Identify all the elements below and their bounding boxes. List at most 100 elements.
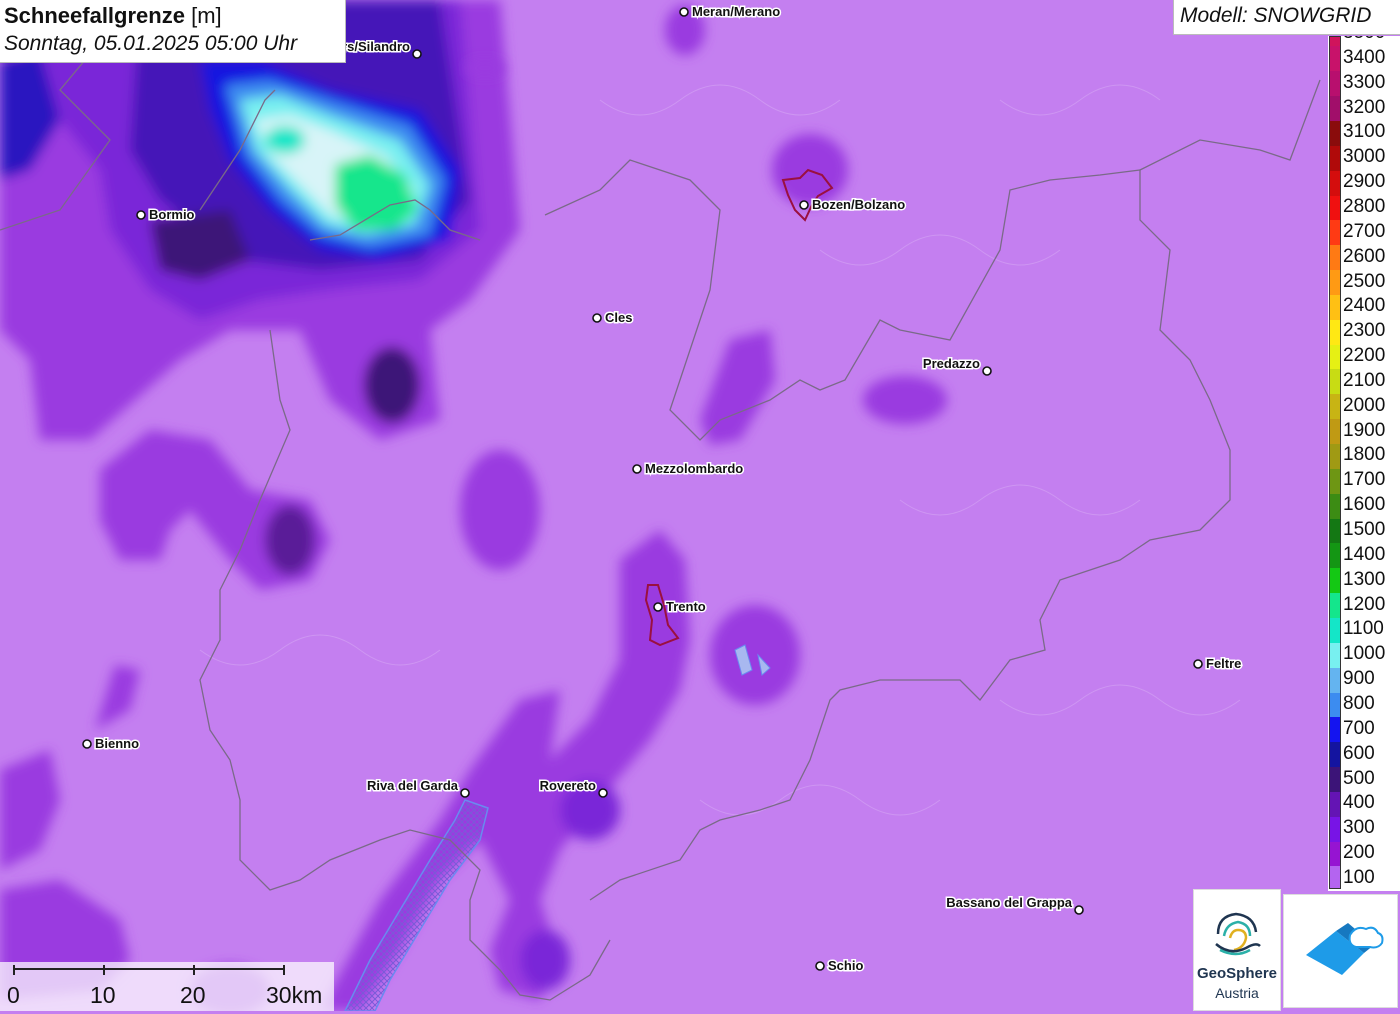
- legend-label-1200: 1200: [1343, 593, 1386, 615]
- city-bozen-bolzano[interactable]: Bozen/Bolzano: [799, 196, 907, 214]
- legend-swatch-400: [1330, 791, 1340, 817]
- geosphere-logo-line1: GeoSphere: [1196, 965, 1278, 982]
- legend-label-2700: 2700: [1343, 220, 1386, 242]
- map-title-box: Schneefallgrenze [m] Sonntag, 05.01.2025…: [0, 0, 346, 63]
- legend-label-2200: 2200: [1343, 345, 1386, 367]
- legend-swatch-1600: [1330, 493, 1340, 519]
- city-meran-merano[interactable]: Meran/Merano: [679, 3, 782, 21]
- city-mezzolombardo[interactable]: Mezzolombardo: [632, 460, 745, 478]
- city-label: Bienno: [95, 736, 139, 751]
- city-dot: [592, 313, 602, 323]
- city-dot: [136, 210, 146, 220]
- legend-swatch-2400: [1330, 294, 1340, 320]
- legend-label-3500: 3500: [1343, 36, 1385, 43]
- legend-label-1500: 1500: [1343, 519, 1386, 540]
- legend-swatch-2800: [1330, 195, 1340, 221]
- legend-swatch-300: [1330, 816, 1340, 842]
- legend-label-3100: 3100: [1343, 121, 1386, 143]
- legend-swatch-2100: [1330, 369, 1340, 395]
- scale-bar: 0 10 20 30km: [0, 962, 334, 1011]
- snowfall-limit-map[interactable]: Meran/MeranoSchlanders/SilandroBormioBoz…: [0, 0, 1400, 1011]
- legend-swatch-900: [1330, 667, 1340, 693]
- snow-mountain-logo[interactable]: [1283, 894, 1398, 1008]
- city-label: Schio: [828, 958, 863, 973]
- geosphere-austria-logo[interactable]: GeoSphere Austria: [1193, 889, 1281, 1011]
- city-label: Bassano del Grappa: [946, 895, 1072, 910]
- legend-swatch-3500: [1330, 37, 1340, 47]
- legend-label-3300: 3300: [1343, 71, 1386, 93]
- city-dot: [1074, 905, 1084, 915]
- legend-label-2600: 2600: [1343, 245, 1386, 267]
- legend-swatch-1100: [1330, 617, 1340, 643]
- legend-swatch-1800: [1330, 444, 1340, 469]
- map-title: Schneefallgrenze: [4, 3, 185, 28]
- city-dot: [982, 366, 992, 376]
- city-dot: [799, 200, 809, 210]
- legend-swatch-100: [1330, 866, 1340, 888]
- legend-swatch-1900: [1330, 419, 1340, 445]
- legend-swatch-1000: [1330, 642, 1340, 668]
- snow-cloud-icon: [1306, 923, 1384, 975]
- legend-label-900: 900: [1343, 668, 1375, 690]
- legend-swatch-3400: [1330, 46, 1340, 72]
- city-dot: [632, 464, 642, 474]
- legend-label-2900: 2900: [1343, 171, 1386, 193]
- city-label: Trento: [666, 599, 706, 614]
- city-dot: [679, 7, 689, 17]
- legend-label-1700: 1700: [1343, 469, 1386, 491]
- city-dot: [653, 602, 663, 612]
- legend-swatch-2000: [1330, 394, 1340, 420]
- legend-label-3400: 3400: [1343, 46, 1386, 68]
- legend-label-1800: 1800: [1343, 444, 1386, 466]
- legend-swatch-800: [1330, 692, 1340, 718]
- map-datetime: Sonntag, 05.01.2025 05:00 Uhr: [4, 32, 298, 55]
- city-label: Bormio: [149, 207, 195, 222]
- legend-color-bar: [1329, 36, 1341, 889]
- city-dot: [412, 49, 422, 59]
- legend-label-1400: 1400: [1343, 543, 1386, 565]
- city-label: Feltre: [1206, 656, 1241, 671]
- legend-swatch-3300: [1330, 71, 1340, 97]
- legend-swatch-1500: [1330, 518, 1340, 544]
- legend-label-1300: 1300: [1343, 568, 1386, 590]
- legend-swatch-3000: [1330, 145, 1340, 171]
- scale-label-0: 0: [7, 982, 20, 1008]
- legend-label-2800: 2800: [1343, 195, 1386, 217]
- legend-label-300: 300: [1343, 817, 1375, 839]
- legend-label-3200: 3200: [1343, 96, 1386, 118]
- legend-swatch-3200: [1330, 96, 1340, 121]
- city-dot: [460, 788, 470, 798]
- legend-label-600: 600: [1343, 742, 1375, 764]
- legend-label-500: 500: [1343, 767, 1375, 789]
- scale-label-30km: 30km: [266, 982, 323, 1008]
- legend-swatch-3100: [1330, 120, 1340, 146]
- legend-swatch-2200: [1330, 344, 1340, 370]
- legend-swatch-500: [1330, 767, 1340, 792]
- legend-label-400: 400: [1343, 792, 1375, 814]
- color-legend: 3500 3400 3300 3200 3100 3000 29002800 2700 2600…: [1328, 36, 1400, 891]
- legend-label-1600: 1600: [1343, 494, 1386, 516]
- legend-swatch-2500: [1330, 270, 1340, 295]
- geosphere-logo-line2: Austria: [1215, 985, 1259, 1001]
- geosphere-swirl-icon: [1215, 912, 1261, 956]
- scale-label-10: 10: [90, 982, 116, 1008]
- city-label: Rovereto: [540, 778, 596, 793]
- city-dot: [82, 739, 92, 749]
- legend-swatch-200: [1330, 841, 1340, 867]
- legend-label-1000: 1000: [1343, 643, 1386, 665]
- legend-swatch-1300: [1330, 568, 1340, 594]
- city-label: Bozen/Bolzano: [812, 197, 905, 212]
- legend-swatch-700: [1330, 717, 1340, 743]
- model-label: Modell: SNOWGRID: [1173, 0, 1400, 35]
- legend-label-2400: 2400: [1343, 295, 1386, 317]
- legend-swatch-1200: [1330, 593, 1340, 618]
- legend-label-2100: 2100: [1343, 369, 1386, 391]
- city-label: Riva del Garda: [367, 778, 459, 793]
- legend-label-2000: 2000: [1343, 394, 1386, 416]
- legend-label-1900: 1900: [1343, 419, 1386, 441]
- legend-swatch-1400: [1330, 543, 1340, 569]
- legend-label-800: 800: [1343, 692, 1375, 714]
- legend-swatch-2900: [1330, 170, 1340, 196]
- city-label: Mezzolombardo: [645, 461, 743, 476]
- legend-label-1100: 1100: [1343, 618, 1384, 640]
